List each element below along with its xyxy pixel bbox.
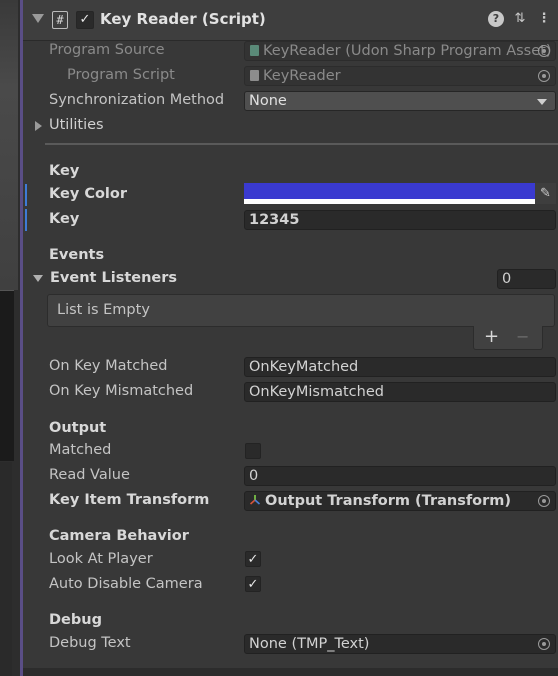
- event-listeners-label[interactable]: Event Listeners: [50, 270, 177, 286]
- program-script-label: Program Script: [67, 67, 175, 83]
- program-script-value: KeyReader: [263, 68, 341, 84]
- output-section-header: Output: [49, 420, 107, 436]
- debug-text-field[interactable]: None (TMP_Text): [244, 634, 556, 654]
- utilities-foldout-icon[interactable]: [35, 121, 42, 131]
- program-source-field: KeyReader (Udon Sharp Program Asset): [244, 41, 556, 61]
- events-section-header: Events: [49, 247, 105, 263]
- on-key-mismatched-label: On Key Mismatched: [49, 383, 194, 399]
- list-empty-text: List is Empty: [57, 302, 150, 318]
- key-color-swatch: [244, 183, 535, 199]
- help-icon[interactable]: ?: [488, 11, 504, 27]
- next-component-header: [23, 668, 558, 676]
- modified-marker: [25, 209, 27, 231]
- remove-element-button[interactable]: −: [516, 327, 529, 346]
- read-value-label: Read Value: [49, 467, 130, 483]
- accent-line: [20, 0, 23, 676]
- debug-text-value: None (TMP_Text): [249, 636, 370, 652]
- key-label: Key: [49, 211, 80, 227]
- object-picker-icon[interactable]: [538, 638, 550, 650]
- foldout-arrow-icon[interactable]: [32, 14, 44, 23]
- on-key-matched-label: On Key Matched: [49, 358, 168, 374]
- key-input[interactable]: 12345: [244, 210, 556, 230]
- section-separator: [45, 143, 558, 145]
- key-color-label: Key Color: [49, 186, 128, 202]
- menu-icon[interactable]: ⋮: [536, 11, 552, 27]
- program-source-label: Program Source: [49, 42, 165, 58]
- component-title: Key Reader (Script): [100, 10, 266, 28]
- enabled-checkbox[interactable]: ✓: [76, 11, 94, 29]
- program-source-value: KeyReader (Udon Sharp Program Asset): [263, 43, 552, 59]
- camera-behavior-header: Camera Behavior: [49, 528, 189, 544]
- key-item-transform-value: Output Transform (Transform): [265, 493, 511, 509]
- event-listeners-size-input[interactable]: 0: [497, 269, 556, 289]
- event-listeners-foldout-icon[interactable]: [33, 275, 43, 282]
- debug-section-header: Debug: [49, 612, 102, 628]
- read-value-input[interactable]: 0: [244, 466, 556, 486]
- udon-asset-icon: [250, 45, 259, 56]
- object-picker-icon[interactable]: [538, 495, 550, 507]
- scene-view-edge: [0, 0, 18, 290]
- utilities-foldout[interactable]: Utilities: [49, 117, 104, 133]
- script-icon: #: [52, 11, 68, 29]
- object-picker-icon[interactable]: [538, 70, 550, 82]
- matched-label: Matched: [49, 442, 112, 458]
- sync-method-dropdown[interactable]: None: [244, 91, 556, 111]
- auto-disable-camera-label: Auto Disable Camera: [49, 576, 203, 592]
- game-view-edge: [0, 290, 14, 461]
- key-section-header: Key: [49, 163, 80, 179]
- hierarchy-edge: [0, 462, 12, 676]
- modified-marker: [25, 184, 27, 206]
- transform-icon: [249, 494, 261, 506]
- key-item-transform-label: Key Item Transform: [49, 492, 210, 508]
- auto-disable-camera-checkbox[interactable]: ✓: [245, 576, 261, 592]
- script-asset-icon: [250, 70, 259, 81]
- on-key-matched-input[interactable]: OnKeyMatched: [244, 357, 556, 377]
- look-at-player-label: Look At Player: [49, 551, 153, 567]
- debug-text-label: Debug Text: [49, 635, 131, 651]
- preset-icon[interactable]: ⇅: [512, 11, 528, 27]
- key-item-transform-field[interactable]: Output Transform (Transform): [244, 491, 556, 511]
- add-element-button[interactable]: +: [484, 326, 499, 347]
- chevron-down-icon: [537, 99, 547, 105]
- object-picker-icon[interactable]: [538, 45, 550, 57]
- sync-method-label: Synchronization Method: [49, 92, 225, 108]
- matched-checkbox[interactable]: [245, 443, 261, 459]
- sync-method-value: None: [249, 93, 287, 109]
- look-at-player-checkbox[interactable]: ✓: [245, 551, 261, 567]
- eyedropper-icon[interactable]: ✎: [535, 183, 556, 204]
- program-script-field: KeyReader: [244, 66, 556, 86]
- on-key-mismatched-input[interactable]: OnKeyMismatched: [244, 382, 556, 402]
